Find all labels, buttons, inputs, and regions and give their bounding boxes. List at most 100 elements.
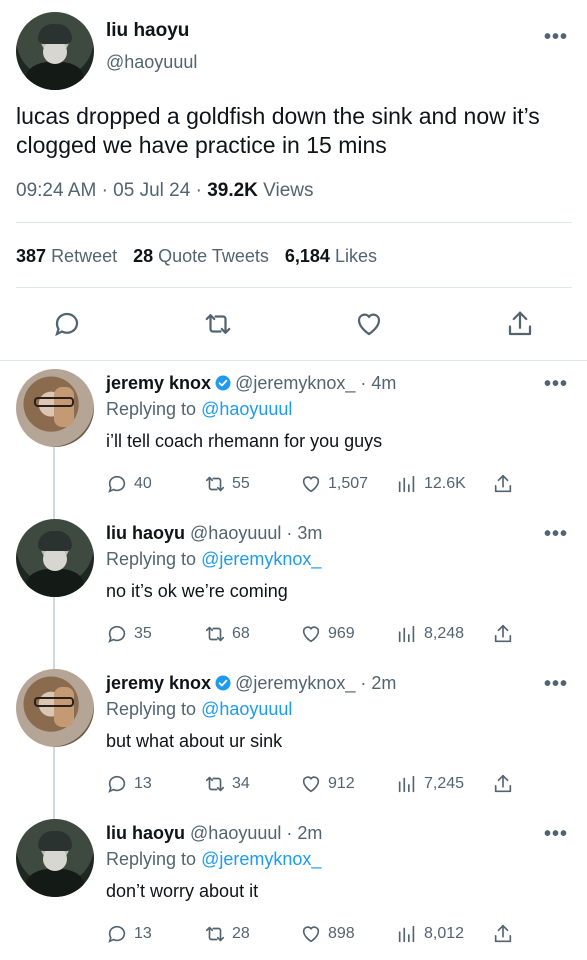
share-button[interactable] <box>492 623 520 645</box>
heart-icon <box>302 476 320 493</box>
replying-to-link[interactable]: @haoyuuul <box>201 699 292 719</box>
more-icon[interactable]: ••• <box>544 823 568 846</box>
avatar[interactable] <box>16 669 94 747</box>
avatar-hat-shape <box>38 531 72 551</box>
comment-icon[interactable] <box>52 309 82 339</box>
reply-tweet[interactable]: jeremy knox @jeremyknox_ · 4m ••• Replyin… <box>0 361 587 511</box>
reply-tweet[interactable]: jeremy knox @jeremyknox_ · 2m ••• Replyin… <box>0 661 587 811</box>
like-count: 912 <box>328 775 355 792</box>
share-button[interactable] <box>492 773 520 795</box>
views-icon <box>398 925 415 943</box>
retweet-button[interactable]: 68 <box>204 623 250 645</box>
quote-label: Quote Tweets <box>158 246 269 266</box>
likes-stat[interactable]: 6,184 Likes <box>285 246 377 266</box>
share-icon <box>494 474 512 493</box>
reply-author-handle[interactable]: @jeremyknox_ <box>235 373 355 393</box>
likes-label: Likes <box>334 246 377 266</box>
retweets-stat[interactable]: 387 Retweet <box>16 246 117 266</box>
reply-actions: 40 55 1,507 12.6K <box>106 473 526 497</box>
reply-author-name[interactable]: liu haoyu <box>106 523 185 543</box>
reply-time: 2m <box>371 673 397 693</box>
heart-icon <box>302 776 320 793</box>
avatar[interactable] <box>16 12 94 90</box>
more-icon[interactable]: ••• <box>544 673 568 696</box>
reply-button[interactable]: 35 <box>106 623 152 645</box>
tweet-date: 05 Jul 24 <box>113 180 191 201</box>
like-count: 969 <box>328 625 355 642</box>
views-button[interactable]: 12.6K <box>396 473 466 495</box>
like-button[interactable]: 1,507 <box>300 473 368 495</box>
meta-separator: · <box>101 180 114 201</box>
retweet-count: 28 <box>232 925 250 942</box>
retweet-icon <box>205 626 225 642</box>
views-button[interactable]: 8,012 <box>396 923 464 945</box>
more-icon[interactable]: ••• <box>544 26 568 49</box>
views-icon <box>398 775 415 793</box>
avatar-glasses-shape <box>34 397 74 407</box>
reply-actions: 13 28 898 8,012 <box>106 923 526 947</box>
replying-prefix: Replying to <box>106 699 197 719</box>
reply-button[interactable]: 13 <box>106 773 152 795</box>
reply-button[interactable]: 40 <box>106 473 152 495</box>
views-button[interactable]: 7,245 <box>396 773 464 795</box>
verified-badge-icon <box>215 675 231 691</box>
comment-icon <box>108 475 126 493</box>
replying-to: Replying to @haoyuuul <box>106 399 292 420</box>
quotes-stat[interactable]: 28 Quote Tweets <box>133 246 269 266</box>
comment-icon <box>108 625 126 643</box>
reply-author-handle[interactable]: @jeremyknox_ <box>235 673 355 693</box>
replying-to-link[interactable]: @jeremyknox_ <box>201 849 321 869</box>
replying-to-link[interactable]: @haoyuuul <box>201 399 292 419</box>
like-count: 1,507 <box>328 475 369 492</box>
retweet-icon <box>205 926 225 942</box>
reply-author-handle[interactable]: @haoyuuul <box>190 523 281 543</box>
views-icon <box>398 475 415 493</box>
share-button[interactable] <box>492 923 520 945</box>
like-button[interactable]: 898 <box>300 923 355 945</box>
author-name[interactable]: liu haoyu <box>106 20 189 42</box>
avatar[interactable] <box>16 819 94 897</box>
retweet-button[interactable]: 28 <box>204 923 250 945</box>
reply-author-handle[interactable]: @haoyuuul <box>190 823 281 843</box>
more-icon[interactable]: ••• <box>544 523 568 546</box>
reply-time: 4m <box>371 373 397 393</box>
avatar-hat-shape <box>38 24 72 44</box>
reply-button[interactable]: 13 <box>106 923 152 945</box>
like-button[interactable]: 969 <box>300 623 355 645</box>
author-handle[interactable]: @haoyuuul <box>106 52 197 73</box>
quote-count: 28 <box>133 246 154 266</box>
reply-author-name[interactable]: jeremy knox <box>106 373 211 393</box>
reply-time: 2m <box>297 823 323 843</box>
avatar-body-shape <box>26 869 84 897</box>
retweet-icon <box>205 476 225 492</box>
reply-author-name[interactable]: liu haoyu <box>106 823 185 843</box>
reply-count: 35 <box>134 625 152 642</box>
heart-icon[interactable] <box>354 309 384 339</box>
retweet-button[interactable]: 34 <box>204 773 250 795</box>
reply-author-name[interactable]: jeremy knox <box>106 673 211 693</box>
views-button[interactable]: 8,248 <box>396 623 464 645</box>
retweet-count: 68 <box>232 625 250 642</box>
replying-to-link[interactable]: @jeremyknox_ <box>201 549 321 569</box>
replying-prefix: Replying to <box>106 849 197 869</box>
avatar[interactable] <box>16 369 94 447</box>
retweet-count: 387 <box>16 246 47 266</box>
retweet-icon[interactable] <box>203 309 233 339</box>
meta-separator: · <box>195 180 208 201</box>
more-icon[interactable]: ••• <box>544 373 568 396</box>
reply-separator: · <box>281 823 298 843</box>
avatar-body-shape <box>26 62 84 90</box>
replying-prefix: Replying to <box>106 399 197 419</box>
reply-tweet[interactable]: liu haoyu @haoyuuul · 2m ••• Replying to… <box>0 811 587 960</box>
share-button[interactable] <box>492 473 520 495</box>
replying-to: Replying to @jeremyknox_ <box>106 549 321 570</box>
like-button[interactable]: 912 <box>300 773 355 795</box>
reply-tweet[interactable]: liu haoyu @haoyuuul · 3m ••• Replying to… <box>0 511 587 661</box>
share-icon[interactable] <box>505 309 535 339</box>
reply-text: but what about ur sink <box>106 731 283 751</box>
reply-text: no it’s ok we’re coming <box>106 581 288 601</box>
retweet-button[interactable]: 55 <box>204 473 250 495</box>
views-count: 39.2K <box>207 180 258 201</box>
avatar[interactable] <box>16 519 94 597</box>
reply-separator: · <box>281 523 298 543</box>
